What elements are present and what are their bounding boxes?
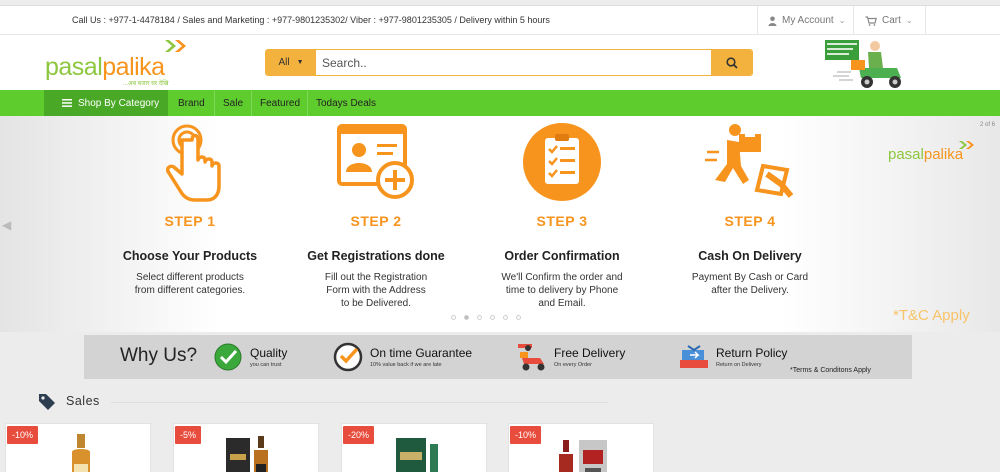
carousel-prev-icon[interactable]: ◀ <box>2 218 11 232</box>
carousel-dot[interactable] <box>516 315 521 320</box>
step-number: STEP 4 <box>724 213 776 229</box>
chevron-down-icon: ⌄ <box>905 16 913 25</box>
step-description: We'll Confirm the order and time to deli… <box>501 272 623 309</box>
terms-apply-note: *T&C Apply <box>893 307 970 324</box>
cart-menu[interactable]: Cart ⌄ <box>854 6 926 35</box>
product-card[interactable]: -10% <box>508 423 654 472</box>
discount-badge: -10% <box>7 426 39 444</box>
logo-text: pasalpalika <box>45 53 165 81</box>
why-us-title: Why Us? <box>120 345 198 366</box>
cart-icon <box>865 15 877 26</box>
search-category-select[interactable]: All ▼ <box>266 50 316 75</box>
site-logo[interactable]: pasalpalika ...अब बजार घर देखि <box>45 37 195 89</box>
contact-info: Call Us : +977-1-4478184 / Sales and Mar… <box>72 15 550 25</box>
terms-note: *Terms & Conditons Apply <box>790 367 871 374</box>
step-number: STEP 1 <box>164 213 216 229</box>
carousel-dot-active[interactable] <box>464 315 469 320</box>
banner-logo: pasalpalika <box>888 146 964 163</box>
page: Call Us : +977-1-4478184 / Sales and Mar… <box>0 0 1000 472</box>
cart-label: Cart <box>882 15 901 26</box>
discount-badge: -20% <box>343 426 375 444</box>
nav-item-todays-deals[interactable]: Todays Deals <box>307 90 379 116</box>
carousel-dot[interactable] <box>503 315 508 320</box>
whisky-tin-image <box>396 438 438 472</box>
carousel-dot[interactable] <box>451 315 456 320</box>
order-checklist-icon <box>523 123 601 201</box>
search-icon <box>725 56 738 69</box>
tag-icon <box>39 394 55 410</box>
carousel-dot[interactable] <box>490 315 495 320</box>
clock-check-icon <box>333 342 363 372</box>
nav-item-brand[interactable]: Brand <box>170 90 210 116</box>
shop-by-category-button[interactable]: Shop By Category <box>44 90 168 116</box>
step-title: Cash On Delivery <box>698 249 802 263</box>
carousel-dots <box>451 315 521 320</box>
banner-logo-arrow-icon <box>959 141 974 149</box>
search-input[interactable] <box>318 52 708 73</box>
my-account-label: My Account <box>782 15 834 26</box>
nav-item-featured[interactable]: Featured <box>251 90 303 116</box>
whisky-bottle-image <box>72 434 90 472</box>
step-title: Get Registrations done <box>307 249 445 263</box>
chevron-down-icon: ⌄ <box>838 16 846 25</box>
my-account-menu[interactable]: My Account ⌄ <box>757 6 854 35</box>
quality-badge-icon <box>214 343 242 371</box>
product-card[interactable]: -20% <box>341 423 487 472</box>
steps-banner-carousel: ◀ STEP 1 Choose Your Products Select dif… <box>0 116 1000 332</box>
sales-section-header: Sales <box>38 392 608 412</box>
header: pasalpalika ...अब बजार घर देखि All ▼ <box>0 35 1000 90</box>
whisky-box-image <box>226 436 268 472</box>
user-icon <box>768 16 777 26</box>
why-us-strip: Why Us? Quality you can trust On time Gu… <box>84 335 912 379</box>
product-card[interactable]: -5% <box>173 423 319 472</box>
step-description: Fill out the Registration Form with the … <box>324 272 428 309</box>
registration-form-icon <box>337 124 414 199</box>
step-number: STEP 2 <box>350 213 402 229</box>
nav-item-sale[interactable]: Sale <box>214 90 248 116</box>
discount-badge: -10% <box>510 426 542 444</box>
product-card[interactable]: -10% <box>5 423 151 472</box>
whisky-gift-box-image <box>559 440 607 472</box>
sales-title: Sales <box>66 394 100 408</box>
carousel-dot[interactable] <box>477 315 482 320</box>
delivery-scooter-icon <box>518 344 545 371</box>
hamburger-icon <box>62 99 72 107</box>
search-bar: All ▼ <box>265 49 753 76</box>
discount-badge: -5% <box>175 426 202 444</box>
logo-arrow-icon <box>165 40 186 52</box>
step-title: Order Confirmation <box>504 249 620 263</box>
category-nav: Shop By Category Brand Sale Featured Tod… <box>0 90 1000 116</box>
step-description: Payment By Cash or Card after the Delive… <box>691 272 809 296</box>
section-divider <box>111 402 608 403</box>
step-number: STEP 3 <box>536 213 588 229</box>
top-bar: Call Us : +977-1-4478184 / Sales and Mar… <box>0 5 1000 35</box>
logo-tagline: ...अब बजार घर देखि <box>123 81 169 87</box>
slide-counter: 2 of 6 <box>980 122 996 128</box>
free-delivery-scooter-image <box>825 40 901 88</box>
step-title: Choose Your Products <box>122 249 258 263</box>
return-box-icon <box>680 345 708 368</box>
pointing-hand-icon <box>165 124 221 202</box>
search-button[interactable] <box>711 50 752 75</box>
step-description: Select different products from different… <box>134 272 246 296</box>
delivery-person-icon <box>705 124 794 198</box>
